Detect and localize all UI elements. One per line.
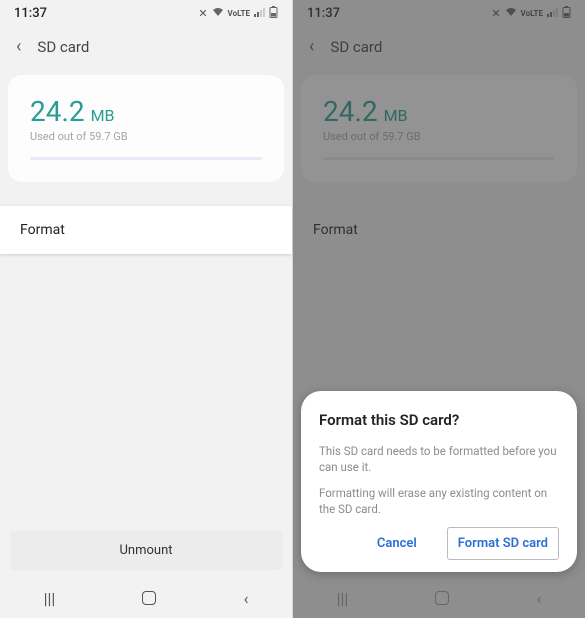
wifi-icon xyxy=(212,7,224,20)
app-bar: ‹ SD card xyxy=(0,26,292,71)
status-time: 11:37 xyxy=(14,6,47,21)
format-dialog: Format this SD card? This SD card needs … xyxy=(301,391,577,572)
format-row[interactable]: Format xyxy=(0,206,292,254)
status-icons: ✕ VoLTE xyxy=(491,6,571,21)
status-icons: ✕ VoLTE xyxy=(198,6,278,21)
storage-card: 24.2 MB Used out of 59.7 GB xyxy=(8,75,284,182)
format-sd-label: Format SD card xyxy=(458,536,548,551)
dialog-actions: Cancel Format SD card xyxy=(319,527,559,560)
dialog-body-1: This SD card needs to be formatted befor… xyxy=(319,443,559,475)
unmount-button[interactable]: Unmount xyxy=(10,531,282,570)
mute-icon: ✕ xyxy=(198,7,207,20)
dialog-title: Format this SD card? xyxy=(319,411,559,429)
storage-bar xyxy=(30,157,262,160)
page-title: SD card xyxy=(37,38,89,56)
format-label: Format xyxy=(20,222,65,238)
storage-used-unit: MB xyxy=(384,106,408,125)
nav-back-icon[interactable]: ‹ xyxy=(537,589,542,608)
dialog-body-2: Formatting will erase any existing conte… xyxy=(319,485,559,517)
storage-bar xyxy=(323,157,555,160)
storage-subtext: Used out of 59.7 GB xyxy=(323,130,555,143)
storage-used-value: 24.2 xyxy=(30,95,85,128)
nav-recents-icon[interactable]: ||| xyxy=(44,589,56,608)
app-bar: ‹ SD card xyxy=(293,26,585,71)
phone-screen-right: 11:37 ✕ VoLTE ‹ SD card 24.2 xyxy=(293,0,585,618)
wifi-icon xyxy=(505,7,517,20)
signal-icon xyxy=(547,7,558,20)
format-row[interactable]: Format xyxy=(293,206,585,254)
battery-icon xyxy=(269,6,278,21)
nav-home-icon[interactable] xyxy=(435,591,449,605)
signal-icon xyxy=(254,7,265,20)
format-sd-button[interactable]: Format SD card xyxy=(447,527,559,560)
storage-used-value: 24.2 xyxy=(323,95,378,128)
phone-screen-left: 11:37 ✕ VoLTE ‹ SD card 24.2 MB Used out… xyxy=(0,0,292,618)
cancel-label: Cancel xyxy=(377,536,417,551)
volte-icon: VoLTE xyxy=(228,9,250,18)
nav-back-icon[interactable]: ‹ xyxy=(244,589,249,608)
status-bar: 11:37 ✕ VoLTE xyxy=(0,0,292,26)
nav-bar: ||| ‹ xyxy=(293,578,585,618)
page-title: SD card xyxy=(330,38,382,56)
cancel-button[interactable]: Cancel xyxy=(371,528,423,559)
storage-subtext: Used out of 59.7 GB xyxy=(30,130,262,143)
volte-icon: VoLTE xyxy=(521,9,543,18)
status-bar: 11:37 ✕ VoLTE xyxy=(293,0,585,26)
mute-icon: ✕ xyxy=(491,7,500,20)
back-icon[interactable]: ‹ xyxy=(16,36,21,57)
nav-home-icon[interactable] xyxy=(142,591,156,605)
format-label: Format xyxy=(313,222,358,238)
back-icon[interactable]: ‹ xyxy=(309,36,314,57)
storage-used-unit: MB xyxy=(91,106,115,125)
nav-bar: ||| ‹ xyxy=(0,578,292,618)
unmount-label: Unmount xyxy=(119,543,172,558)
nav-recents-icon[interactable]: ||| xyxy=(337,589,349,608)
storage-card: 24.2 MB Used out of 59.7 GB xyxy=(301,75,577,182)
battery-icon xyxy=(562,6,571,21)
status-time: 11:37 xyxy=(307,6,340,21)
